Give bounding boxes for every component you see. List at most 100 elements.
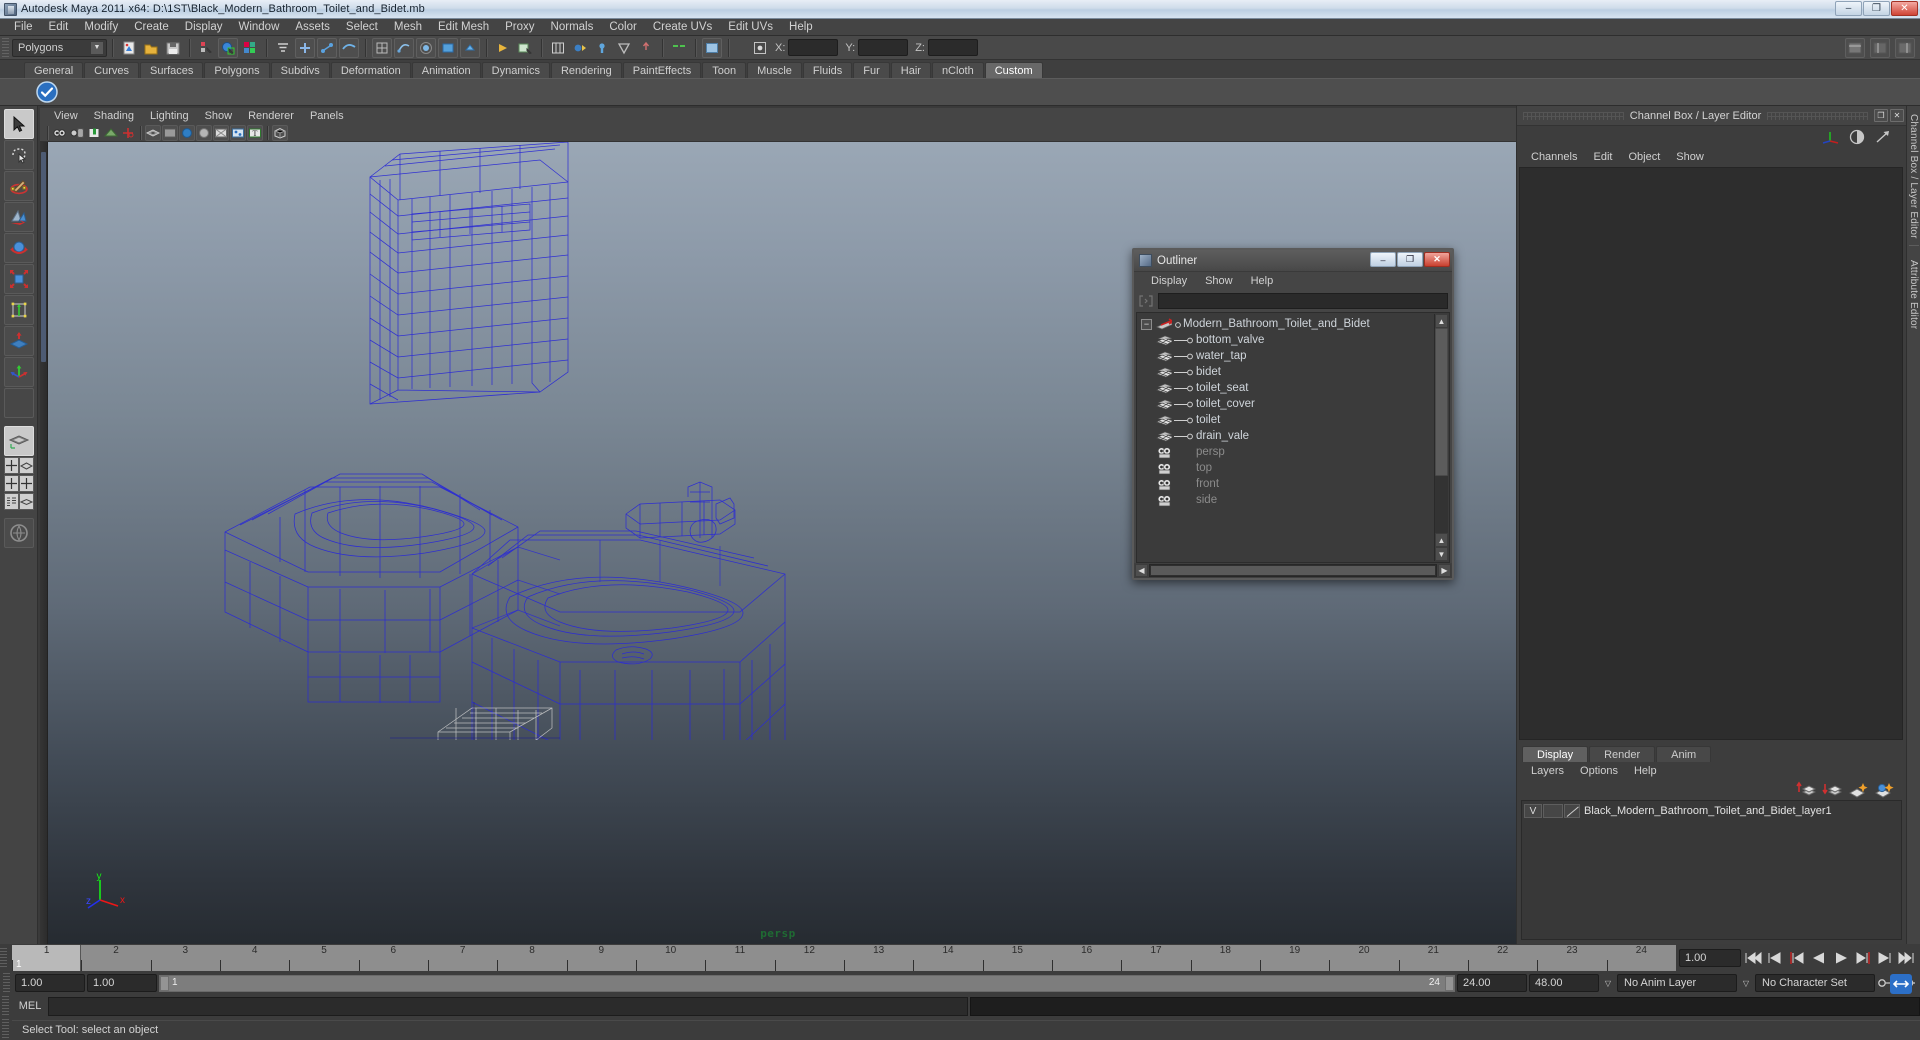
menu-window[interactable]: Window (230, 19, 287, 36)
viewport-menu-show[interactable]: Show (197, 108, 241, 124)
character-set-field[interactable]: No Character Set (1755, 974, 1875, 992)
menu-modify[interactable]: Modify (76, 19, 126, 36)
float-panel-button[interactable]: ❐ (1874, 109, 1888, 122)
scroll-right-icon[interactable]: ▶ (1438, 564, 1451, 577)
hypergraph-layout-icon[interactable] (3, 493, 19, 510)
shelf-tab-custom[interactable]: Custom (984, 62, 1043, 78)
chevron-down-icon[interactable]: ▽ (1739, 974, 1753, 992)
outliner-row-side[interactable]: side (1137, 492, 1449, 508)
menu-proxy[interactable]: Proxy (497, 19, 542, 36)
outliner-label[interactable]: bidet (1196, 366, 1221, 378)
range-start-time-field[interactable]: 1.00 (87, 974, 157, 992)
outliner-menu-show[interactable]: Show (1196, 275, 1242, 287)
outliner-window[interactable]: Outliner – ❐ ✕ Display Show Help − Moder… (1132, 248, 1454, 580)
layer-name[interactable]: Black_Modern_Bathroom_Toilet_and_Bidet_l… (1584, 805, 1832, 817)
outliner-label[interactable]: persp (1196, 446, 1225, 458)
dock-label-channel-box[interactable]: Channel Box / Layer Editor (1908, 106, 1919, 239)
toggle-sidebar-icon[interactable] (702, 37, 722, 58)
select-by-component-type-icon[interactable] (240, 38, 260, 58)
select-camera-icon[interactable] (52, 125, 68, 141)
menu-normals[interactable]: Normals (543, 19, 602, 36)
outliner-menu-display[interactable]: Display (1142, 275, 1196, 287)
snap-view-plane-icon[interactable] (438, 37, 458, 58)
go-to-start-icon[interactable] (1743, 948, 1763, 968)
outliner-label[interactable]: toilet_cover (1196, 398, 1255, 410)
save-scene-icon[interactable] (163, 38, 183, 58)
shelf-tab-muscle[interactable]: Muscle (747, 62, 802, 78)
close-panel-button[interactable]: ✕ (1890, 109, 1904, 122)
image-plane-icon[interactable] (103, 125, 119, 141)
scrollbar-thumb[interactable] (1435, 328, 1448, 476)
time-slider-grip[interactable] (0, 948, 7, 968)
snap-curve-icon[interactable] (394, 37, 414, 58)
outliner-row-toilet-seat[interactable]: toilet_seat (1137, 380, 1449, 396)
shelf-tab-general[interactable]: General (24, 62, 84, 78)
soft-modification-tool[interactable] (3, 326, 34, 356)
shelf-tab-animation[interactable]: Animation (411, 62, 481, 78)
z-field[interactable] (927, 39, 978, 56)
outliner-label[interactable]: toilet (1196, 414, 1220, 426)
xray-shading-icon[interactable] (213, 124, 229, 141)
shelf-tab-polygons[interactable]: Polygons (204, 62, 270, 78)
outliner-label[interactable]: toilet_seat (1196, 382, 1248, 394)
range-slider-grip[interactable] (3, 973, 10, 993)
wireframe-shading-icon[interactable] (145, 124, 161, 141)
single-perspective-layout-icon[interactable] (3, 426, 34, 456)
help-line-grip[interactable] (2, 1019, 9, 1039)
component-face-icon[interactable] (339, 37, 359, 58)
step-back-frame-icon[interactable] (1787, 948, 1807, 968)
menu-edit[interactable]: Edit (41, 19, 77, 36)
scroll-down-icon[interactable]: ▼ (1435, 547, 1448, 561)
select-tool[interactable] (3, 109, 34, 139)
show-manipulator-icon[interactable] (669, 38, 689, 58)
select-by-hierarchy-icon[interactable] (196, 38, 216, 58)
lasso-tool[interactable] (3, 140, 34, 170)
axis-display-icon[interactable] (1822, 129, 1840, 145)
outliner-search-input[interactable] (1158, 293, 1448, 309)
render-current-frame-icon[interactable] (515, 38, 535, 58)
hypershade-icon[interactable] (570, 38, 590, 58)
menu-edit-uvs[interactable]: Edit UVs (720, 19, 781, 36)
scale-tool[interactable] (3, 264, 34, 294)
render-settings-icon[interactable] (548, 38, 568, 58)
transform-center-icon[interactable] (752, 40, 768, 56)
menu-color[interactable]: Color (601, 19, 644, 36)
channel-menu-channels[interactable]: Channels (1523, 151, 1585, 163)
command-line-grip[interactable] (2, 996, 9, 1016)
three-pane-layout-icon[interactable] (18, 475, 34, 492)
persp-outliner-layout-icon[interactable] (18, 457, 34, 474)
outliner-horizontal-scrollbar[interactable]: ◀ ▶ (1134, 563, 1452, 578)
shelf-tab-toon[interactable]: Toon (702, 62, 747, 78)
outliner-row-front[interactable]: front (1137, 476, 1449, 492)
shelf-tab-deformation[interactable]: Deformation (330, 62, 411, 78)
shelf-tab-dynamics[interactable]: Dynamics (481, 62, 550, 78)
channel-box-attributes-area[interactable] (1519, 167, 1903, 740)
menu-select[interactable]: Select (338, 19, 386, 36)
snap-point-icon[interactable] (416, 37, 436, 58)
x-field[interactable] (788, 39, 839, 56)
snap-live-object-icon[interactable] (460, 37, 480, 58)
smooth-shade-all-icon[interactable] (162, 124, 178, 141)
step-forward-frame-icon[interactable] (1853, 948, 1873, 968)
move-layer-down-icon[interactable] (1822, 781, 1842, 799)
viewport-menu-shading[interactable]: Shading (86, 108, 142, 124)
open-scene-icon[interactable] (141, 38, 161, 58)
anim-start-time-field[interactable]: 1.00 (15, 974, 85, 992)
chevron-down-icon[interactable]: ▽ (1601, 974, 1615, 992)
layer-menu-layers[interactable]: Layers (1523, 765, 1572, 777)
display-layer-list[interactable]: V Black_Modern_Bathroom_Toilet_and_Bidet… (1521, 800, 1902, 940)
playback-speed-field[interactable]: 1.00 (1679, 949, 1741, 967)
anim-layer-field[interactable]: No Anim Layer (1617, 974, 1737, 992)
shelf-tab-rendering[interactable]: Rendering (550, 62, 622, 78)
outliner-row-root[interactable]: − Modern_Bathroom_Toilet_and_Bidet (1137, 316, 1449, 332)
shelf-tab-hair[interactable]: Hair (890, 62, 931, 78)
outliner-label[interactable]: bottom_valve (1196, 334, 1264, 346)
isolate-select-icon[interactable] (272, 124, 288, 141)
scroll-up-small-icon[interactable]: ▲ (1435, 533, 1448, 547)
layer-menu-help[interactable]: Help (1626, 765, 1665, 777)
help-arrows-icon[interactable] (1890, 974, 1912, 994)
hscroll-thumb[interactable] (1151, 566, 1435, 575)
help-toolbox-icon[interactable] (3, 518, 34, 548)
outliner-row-water-tap[interactable]: water_tap (1137, 348, 1449, 364)
panel-drag-dots-right[interactable] (1767, 111, 1868, 120)
